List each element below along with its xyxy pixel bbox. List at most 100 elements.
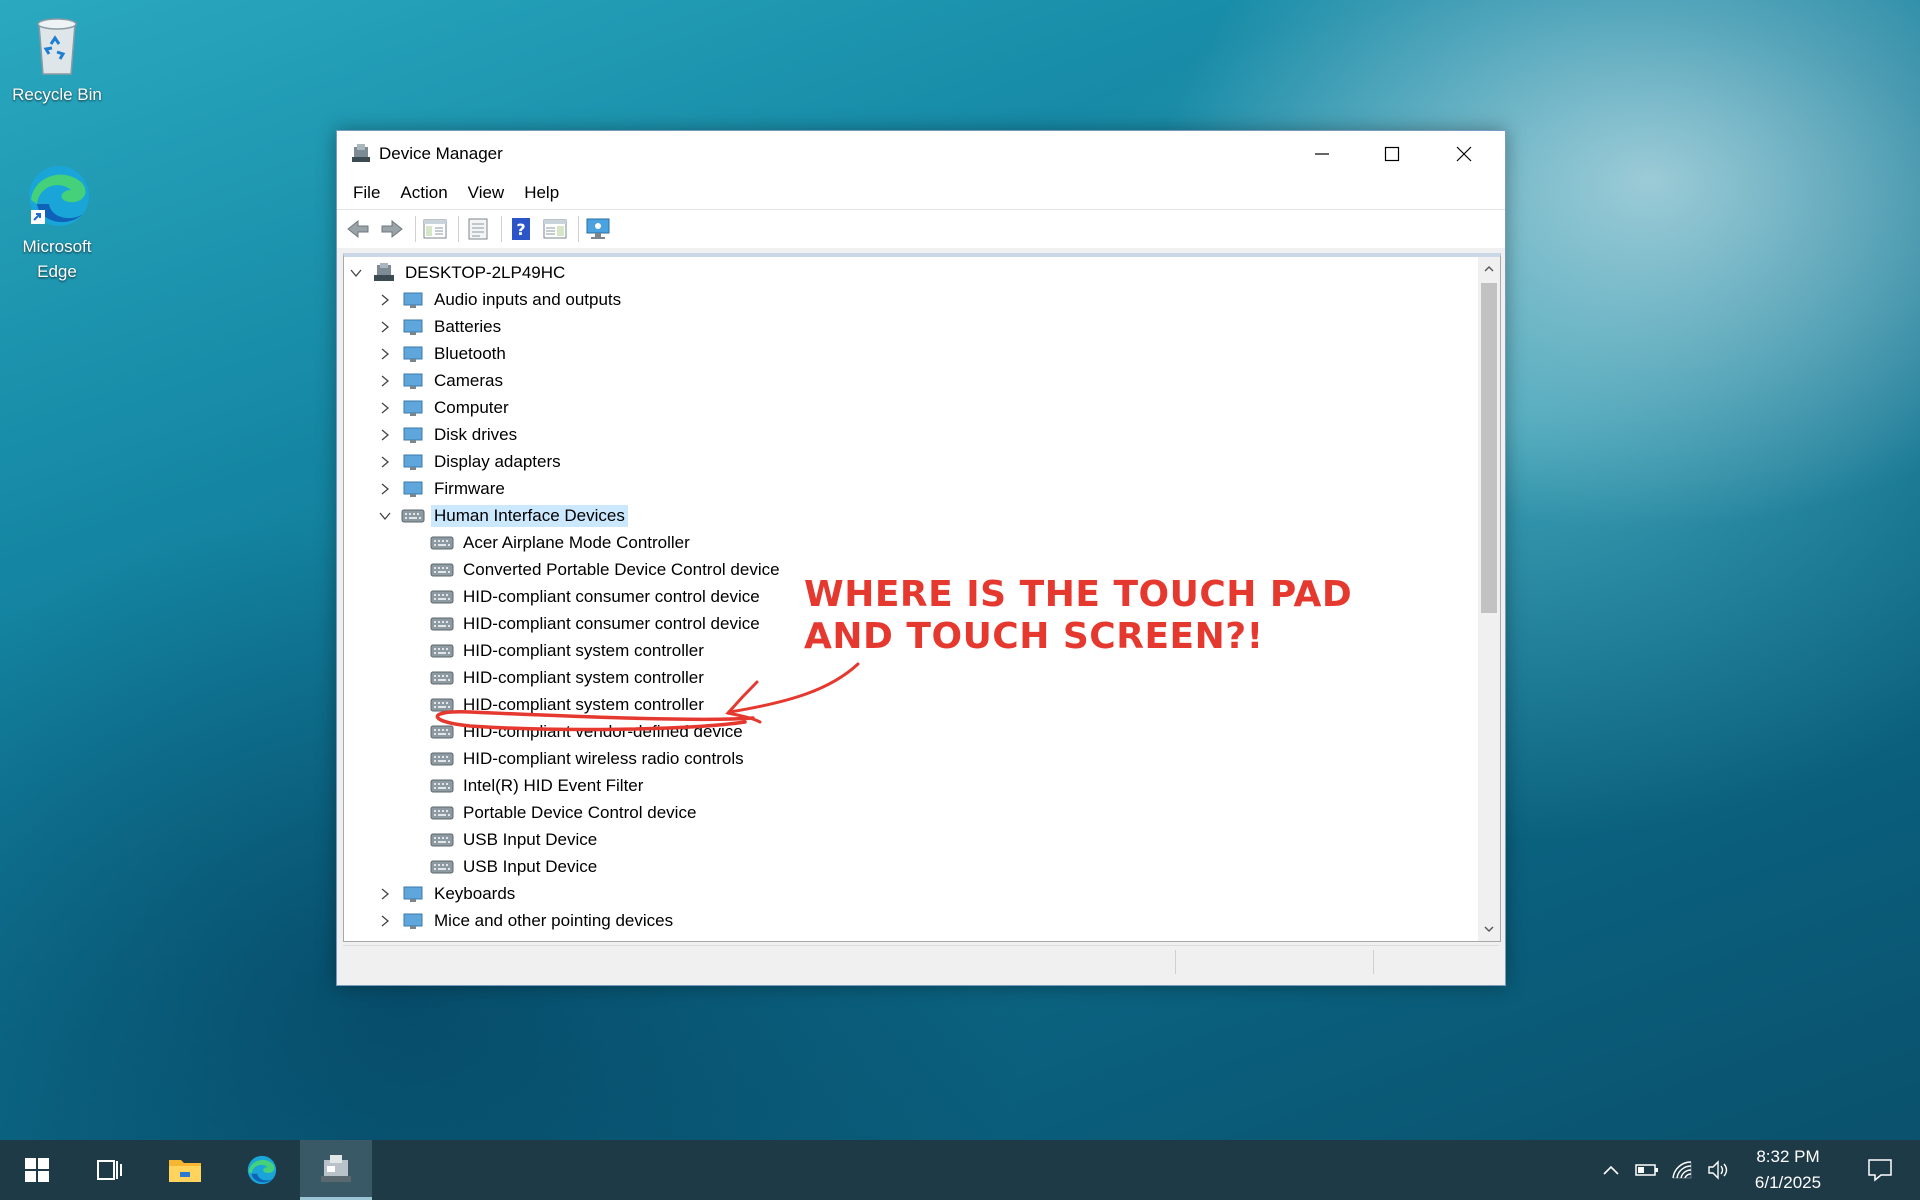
tree-category[interactable]: Display adapters (377, 448, 564, 475)
tree-item-icon (430, 667, 454, 689)
action-pane-button[interactable] (540, 214, 570, 244)
console-tree-icon (423, 219, 447, 239)
chevron-right-icon[interactable] (380, 402, 390, 414)
back-button[interactable] (343, 214, 373, 244)
window-title: Device Manager (379, 144, 503, 163)
svg-text:?: ? (516, 220, 525, 239)
hid-device-icon (430, 644, 454, 657)
vertical-scrollbar[interactable] (1478, 257, 1500, 941)
chevron-right-icon[interactable] (380, 348, 390, 360)
tree-device-item[interactable]: HID-compliant wireless radio controls (406, 745, 747, 772)
help-button[interactable]: ? (506, 214, 536, 244)
status-divider (1373, 950, 1374, 974)
chevron-right-icon[interactable] (380, 483, 390, 495)
tree-root-computer[interactable]: DESKTOP-2LP49HC (348, 259, 568, 286)
tree-device-item[interactable]: HID-compliant system controller (406, 691, 707, 718)
show-hide-console-tree-button[interactable] (420, 214, 450, 244)
title-bar[interactable]: Device Manager (337, 131, 1505, 177)
monitor-scan-icon (586, 218, 610, 239)
tree-category[interactable]: Mice and other pointing devices (377, 907, 676, 934)
scan-hardware-button[interactable] (583, 214, 613, 244)
chevron-right-icon[interactable] (380, 294, 390, 306)
maximize-button[interactable] (1357, 131, 1427, 177)
chevron-down-icon[interactable] (350, 268, 362, 278)
chevron-down-icon[interactable] (379, 511, 391, 521)
tree-expander[interactable] (377, 427, 393, 443)
annotation-line-2: AND TOUCH SCREEN?! (804, 616, 1264, 657)
tree-expander[interactable] (348, 265, 364, 281)
tree-category-hid[interactable]: Human Interface Devices (377, 502, 628, 529)
device-manager-taskbar-button[interactable] (300, 1140, 372, 1200)
tree-item-label: USB Input Device (463, 829, 598, 849)
chevron-right-icon[interactable] (380, 321, 390, 333)
tree-category[interactable]: Computer (377, 394, 512, 421)
task-view-button[interactable] (74, 1140, 144, 1200)
tree-item-label: HID-compliant system controller (463, 640, 704, 660)
tree-category[interactable]: Firmware (377, 475, 508, 502)
show-hidden-icons-button[interactable] (1596, 1140, 1626, 1200)
windows-logo-icon (25, 1158, 49, 1182)
tree-device-item[interactable]: HID-compliant consumer control device (406, 610, 763, 637)
tree-category[interactable]: Cameras (377, 367, 506, 394)
tree-category[interactable]: Audio inputs and outputs (377, 286, 624, 313)
tree-expander[interactable] (377, 319, 393, 335)
tree-expander[interactable] (377, 373, 393, 389)
close-button[interactable] (1429, 131, 1499, 177)
edge-taskbar-button[interactable] (226, 1140, 296, 1200)
scroll-down-icon[interactable] (1478, 919, 1500, 939)
chevron-right-icon[interactable] (380, 375, 390, 387)
hid-device-icon (430, 779, 454, 792)
tree-device-item[interactable]: USB Input Device (406, 826, 600, 853)
tree-device-item[interactable]: Acer Airplane Mode Controller (406, 529, 693, 556)
tree-expander[interactable] (377, 346, 393, 362)
action-center-button[interactable] (1856, 1140, 1904, 1200)
tree-expander[interactable] (377, 400, 393, 416)
volume-button[interactable] (1704, 1140, 1734, 1200)
tree-device-item[interactable]: HID-compliant system controller (406, 664, 707, 691)
tree-expander[interactable] (377, 292, 393, 308)
tree-item-icon (430, 775, 454, 797)
battery-button[interactable] (1632, 1140, 1662, 1200)
tree-expander[interactable] (377, 913, 393, 929)
menu-view[interactable]: View (458, 183, 515, 203)
device-category-icon (403, 427, 423, 443)
menu-help[interactable]: Help (514, 183, 569, 203)
tree-expander[interactable] (377, 481, 393, 497)
tree-device-item[interactable]: HID-compliant system controller (406, 637, 707, 664)
tree-device-item[interactable]: HID-compliant vendor-defined device (406, 718, 746, 745)
tree-expander (406, 697, 422, 713)
clock[interactable]: 8:32 PM 6/1/2025 (1740, 1144, 1836, 1196)
tree-item-label: Display adapters (434, 451, 561, 471)
desktop-icon-edge[interactable]: Microsoft Edge (9, 160, 105, 284)
network-button[interactable] (1668, 1140, 1698, 1200)
tree-expander[interactable] (377, 886, 393, 902)
tree-expander (406, 643, 422, 659)
menu-action[interactable]: Action (390, 183, 457, 203)
desktop-icon-recycle-bin[interactable]: Recycle Bin (9, 8, 105, 107)
tree-category[interactable]: Disk drives (377, 421, 520, 448)
tree-item-label: Acer Airplane Mode Controller (463, 532, 690, 552)
tree-device-item[interactable]: Converted Portable Device Control device (406, 556, 783, 583)
tree-category[interactable]: Batteries (377, 313, 504, 340)
tree-device-item[interactable]: HID-compliant consumer control device (406, 583, 763, 610)
menu-file[interactable]: File (343, 183, 390, 203)
tree-expander[interactable] (377, 454, 393, 470)
tree-device-item[interactable]: Intel(R) HID Event Filter (406, 772, 646, 799)
chevron-right-icon[interactable] (380, 456, 390, 468)
chevron-right-icon[interactable] (380, 429, 390, 441)
scrollbar-thumb[interactable] (1481, 283, 1497, 613)
start-button[interactable] (2, 1140, 72, 1200)
file-explorer-button[interactable] (150, 1140, 220, 1200)
tree-expander[interactable] (377, 508, 393, 524)
tree-item-label: Cameras (434, 370, 503, 390)
chevron-right-icon[interactable] (380, 888, 390, 900)
scroll-up-icon[interactable] (1478, 259, 1500, 279)
tree-category[interactable]: Keyboards (377, 880, 518, 907)
tree-device-item[interactable]: Portable Device Control device (406, 799, 699, 826)
forward-button[interactable] (377, 214, 407, 244)
tree-category[interactable]: Bluetooth (377, 340, 509, 367)
tree-device-item[interactable]: USB Input Device (406, 853, 600, 880)
minimize-button[interactable] (1287, 131, 1357, 177)
properties-button[interactable] (463, 214, 493, 244)
chevron-right-icon[interactable] (380, 915, 390, 927)
